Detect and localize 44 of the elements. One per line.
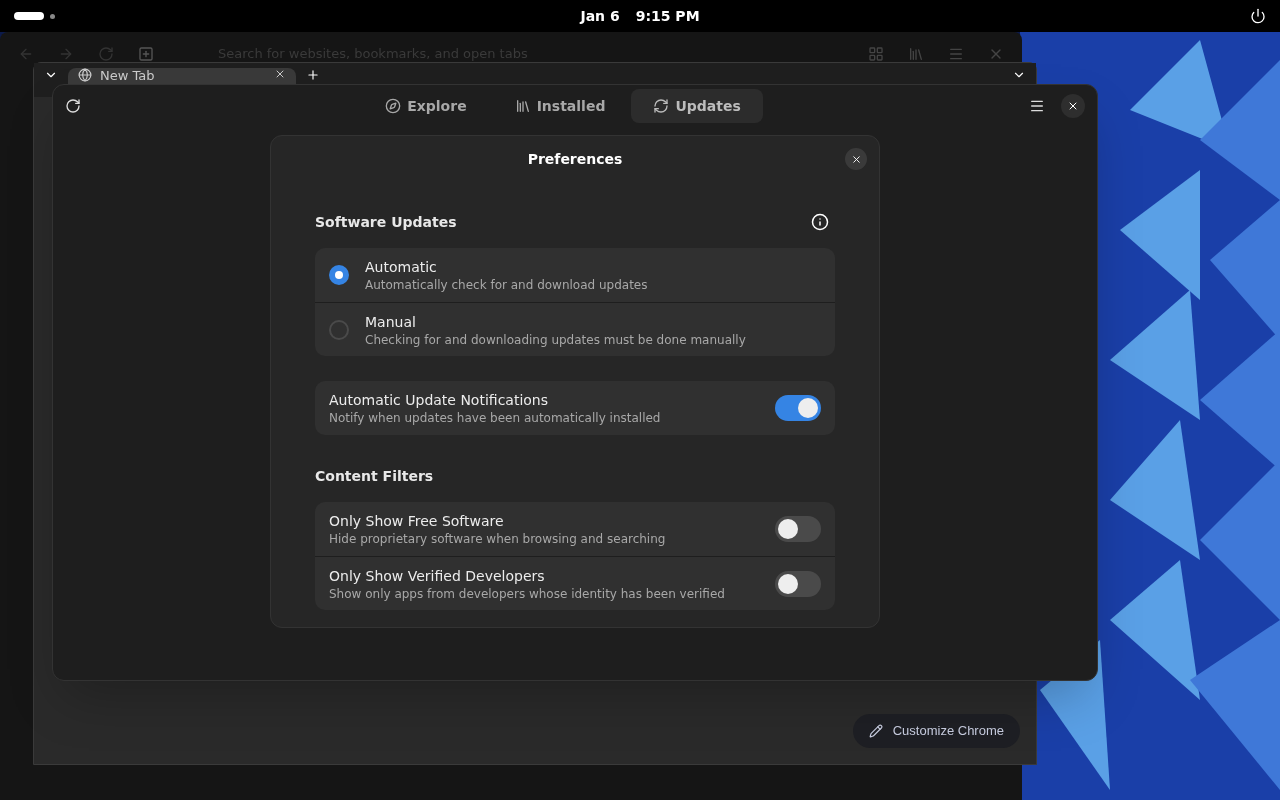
info-icon bbox=[811, 213, 829, 231]
info-button[interactable] bbox=[811, 213, 829, 231]
globe-icon bbox=[78, 68, 92, 82]
pencil-icon bbox=[868, 724, 883, 738]
row-subtitle: Hide proprietary software when browsing and searching bbox=[329, 531, 667, 547]
toggle-switch[interactable] bbox=[775, 516, 821, 542]
close-icon bbox=[1067, 100, 1079, 112]
row-subtitle: Show only apps from developers whose identity has been verified bbox=[329, 585, 726, 602]
new-tab-icon[interactable] bbox=[306, 68, 320, 82]
power-icon[interactable] bbox=[1250, 8, 1266, 24]
section-title: Content Filters bbox=[315, 466, 434, 486]
time-text: 9:15 PM bbox=[635, 6, 700, 26]
toggle-switch[interactable] bbox=[775, 395, 821, 421]
date-text: Jan 6 bbox=[580, 6, 620, 26]
row-title: Manual bbox=[365, 312, 417, 332]
refresh-icon bbox=[65, 98, 81, 114]
row-title: Automatic Update Notifications bbox=[329, 391, 550, 410]
view-tab[interactable]: Explore bbox=[363, 89, 489, 123]
close-icon[interactable] bbox=[274, 68, 286, 80]
browser-tab[interactable]: New Tab bbox=[68, 68, 296, 84]
close-button[interactable] bbox=[1061, 94, 1085, 118]
customize-chrome-button[interactable]: Customize Chrome bbox=[852, 714, 1020, 748]
row-subtitle: Checking for and downloading updates must be done manually bbox=[365, 331, 747, 348]
library-icon bbox=[514, 98, 531, 114]
radio-button[interactable] bbox=[329, 319, 349, 340]
activities-indicator[interactable] bbox=[14, 12, 44, 20]
view-tab[interactable]: Updates bbox=[631, 89, 763, 123]
close-icon bbox=[850, 153, 862, 165]
row-title: Only Show Verified Developers bbox=[329, 566, 546, 586]
compass-icon bbox=[385, 98, 402, 114]
row-title: Automatic bbox=[365, 258, 438, 277]
toggle-switch[interactable] bbox=[775, 570, 821, 597]
dialog-title: Preferences bbox=[527, 149, 623, 169]
close-button[interactable] bbox=[845, 148, 867, 170]
menu-icon bbox=[1029, 98, 1045, 114]
view-tab[interactable]: Installed bbox=[492, 89, 628, 123]
refresh-icon bbox=[653, 98, 670, 114]
refresh-button[interactable] bbox=[65, 97, 83, 115]
row-subtitle: Notify when updates have been automatically installed bbox=[329, 410, 662, 426]
row-subtitle: Automatically check for and download updates bbox=[365, 277, 649, 293]
radio-button[interactable] bbox=[329, 265, 349, 285]
clock[interactable]: Jan 6 9:15 PM bbox=[214, 5, 1066, 27]
section-title: Software Updates bbox=[315, 212, 457, 232]
row-title: Only Show Free Software bbox=[329, 512, 505, 531]
